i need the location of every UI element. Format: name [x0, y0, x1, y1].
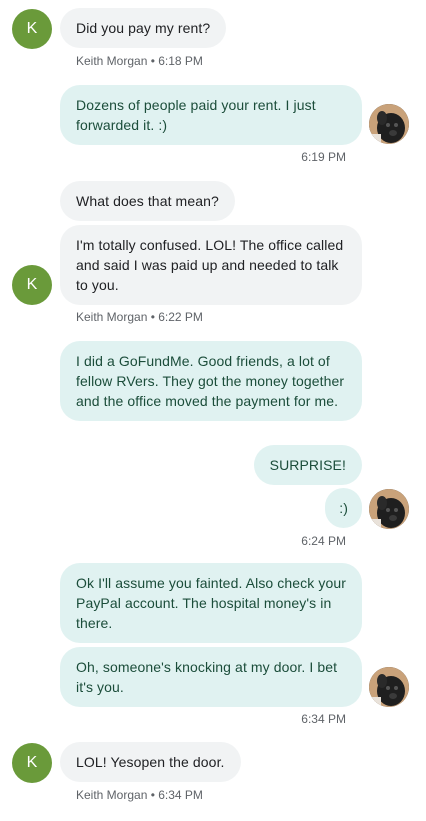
avatar-initial: K	[26, 276, 38, 293]
message-meta: Keith Morgan • 6:18 PM	[76, 54, 203, 68]
user-avatar-photo[interactable]	[369, 489, 409, 529]
contact-avatar[interactable]: K	[12, 9, 52, 49]
message-bubble-outgoing[interactable]: :)	[325, 488, 362, 528]
message-meta: 6:24 PM	[301, 534, 346, 548]
avatar-initial: K	[26, 754, 38, 771]
user-avatar-photo[interactable]	[369, 667, 409, 707]
message-meta: 6:34 PM	[301, 712, 346, 726]
message-bubble-outgoing[interactable]: I did a GoFundMe. Good friends, a lot of…	[60, 341, 362, 421]
message-bubble-incoming[interactable]: I'm totally confused. LOL! The office ca…	[60, 225, 362, 305]
message-bubble-outgoing[interactable]: Dozens of people paid your rent. I just …	[60, 85, 362, 145]
message-text: I did a GoFundMe. Good friends, a lot of…	[76, 353, 345, 409]
message-bubble-incoming[interactable]: Did you pay my rent?	[60, 8, 227, 48]
message-bubble-outgoing[interactable]: Oh, someone's knocking at my door. I bet…	[60, 647, 362, 707]
message-meta: Keith Morgan • 6:22 PM	[76, 310, 203, 324]
contact-avatar[interactable]: K	[12, 265, 52, 305]
contact-avatar[interactable]: K	[12, 743, 52, 783]
message-bubble-incoming[interactable]: LOL! Yesopen the door.	[60, 742, 241, 782]
message-meta: 6:19 PM	[301, 150, 346, 164]
message-text: Did you pay my rent?	[76, 20, 211, 36]
dog-photo-icon	[369, 667, 409, 707]
message-text: SURPRISE!	[269, 457, 346, 473]
message-text: Dozens of people paid your rent. I just …	[76, 97, 316, 133]
avatar-initial: K	[26, 20, 38, 37]
message-text: I'm totally confused. LOL! The office ca…	[76, 237, 344, 293]
message-text: :)	[339, 500, 348, 516]
message-text: LOL! Yesopen the door.	[76, 754, 225, 770]
user-avatar-photo[interactable]	[369, 104, 409, 144]
dog-photo-icon	[369, 104, 409, 144]
message-meta: Keith Morgan • 6:34 PM	[76, 788, 203, 802]
message-bubble-outgoing[interactable]: Ok I'll assume you fainted. Also check y…	[60, 563, 362, 643]
message-text: Ok I'll assume you fainted. Also check y…	[76, 575, 346, 631]
message-text: Oh, someone's knocking at my door. I bet…	[76, 659, 338, 695]
dog-photo-icon	[369, 489, 409, 529]
message-bubble-incoming[interactable]: What does that mean?	[60, 181, 235, 221]
message-bubble-outgoing[interactable]: SURPRISE!	[253, 445, 362, 485]
message-text: What does that mean?	[76, 193, 219, 209]
